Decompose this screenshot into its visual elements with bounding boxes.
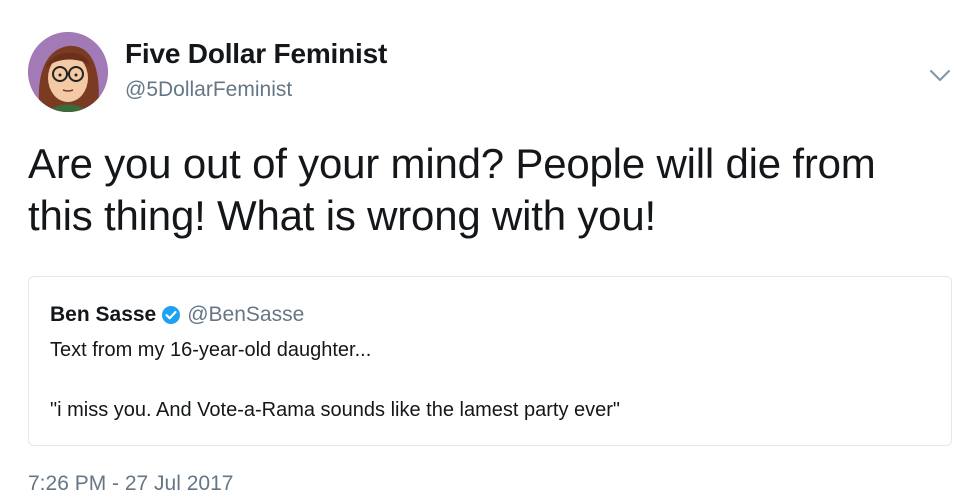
tweet-card: Five Dollar Feminist @5DollarFeminist Ar… <box>0 0 980 501</box>
chevron-down-icon[interactable] <box>927 64 953 86</box>
quoted-tweet-card[interactable]: Ben Sasse @BenSasse Text from my 16-year… <box>28 276 952 446</box>
quoted-tweet-header: Ben Sasse @BenSasse <box>50 303 304 327</box>
tweet-text: Are you out of your mind? People will di… <box>28 140 876 239</box>
cartoon-avatar-icon <box>28 32 108 112</box>
author-display-name[interactable]: Five Dollar Feminist <box>125 38 387 70</box>
quoted-display-name: Ben Sasse <box>50 303 157 326</box>
author-handle[interactable]: @5DollarFeminist <box>125 78 292 102</box>
quoted-text-line1: Text from my 16-year-old daughter... <box>50 339 372 361</box>
tweet-timestamp[interactable]: 7:26 PM - 27 Jul 2017 <box>28 472 233 496</box>
quoted-handle: @BenSasse <box>187 303 305 326</box>
verified-badge-icon <box>161 305 181 325</box>
quoted-text-line2: "i miss you. And Vote-a-Rama sounds like… <box>50 399 621 421</box>
author-avatar[interactable] <box>28 32 108 112</box>
